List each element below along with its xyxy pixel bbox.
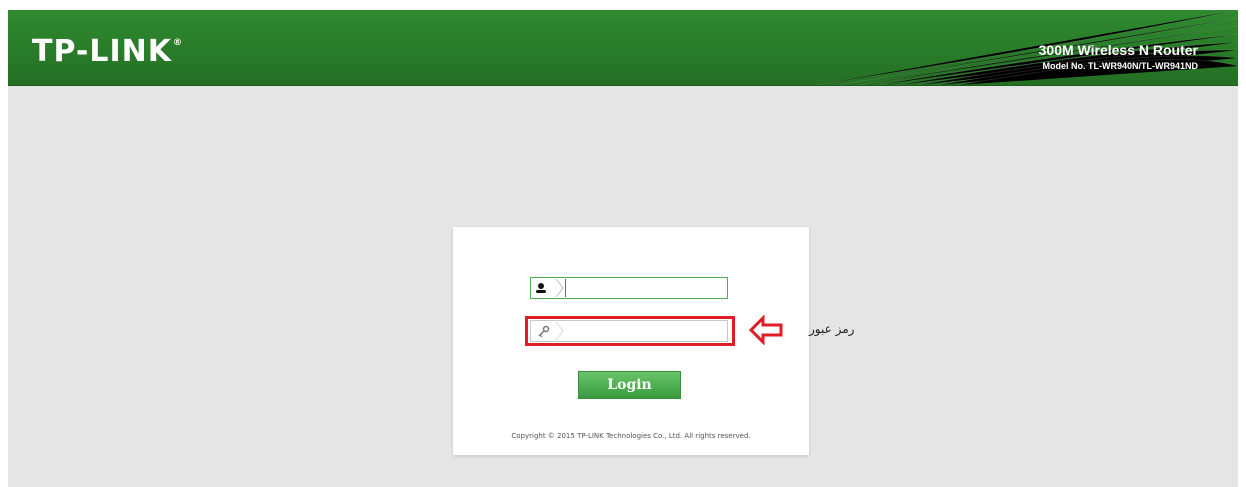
router-login-page: TP-LINK® 300M Wireless N Router Model No… <box>8 10 1238 487</box>
logo-registered-mark: ® <box>173 38 184 48</box>
product-title: 300M Wireless N Router <box>1038 42 1198 58</box>
logo-text: TP-LINK <box>32 34 173 69</box>
password-highlight-box <box>525 316 735 346</box>
model-number: Model No. TL-WR940N/TL-WR941ND <box>1042 61 1198 71</box>
login-button[interactable]: Login <box>578 371 681 399</box>
user-icon <box>531 278 557 298</box>
tp-link-logo: TP-LINK® <box>32 34 183 69</box>
copyright-text: Copyright © 2015 TP-LINK Technologies Co… <box>511 432 751 440</box>
username-field <box>530 277 732 299</box>
product-info: 300M Wireless N Router Model No. TL-WR94… <box>1039 42 1198 71</box>
arrow-left-icon <box>749 315 783 345</box>
field-divider-icon <box>555 278 565 298</box>
password-annotation-label: رمز عبور <box>809 322 855 336</box>
login-card: Login Copyright © 2015 TP-LINK Technolog… <box>453 227 809 455</box>
username-input[interactable] <box>565 279 732 297</box>
top-header: TP-LINK® 300M Wireless N Router Model No… <box>8 10 1238 86</box>
